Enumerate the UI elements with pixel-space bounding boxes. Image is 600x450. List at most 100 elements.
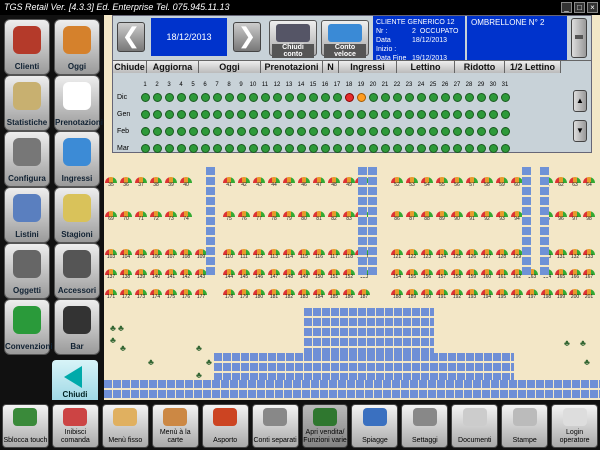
day-slot[interactable] [272,109,282,119]
day-slot[interactable] [212,126,222,136]
umbrella-spot[interactable]: 97 [568,211,582,223]
umbrella-spot[interactable]: 82 [327,211,341,223]
umbrella-spot[interactable]: 139 [134,269,148,281]
umbrella-spot[interactable]: 182 [282,289,296,301]
umbrella-spot[interactable]: 39 [164,177,178,189]
day-slot[interactable] [380,126,390,136]
sidebar-item-accessori[interactable]: Accessori [54,243,100,299]
day-slot[interactable] [500,143,510,153]
day-slot[interactable] [368,92,378,102]
next-date-button[interactable]: ❯ [233,22,261,52]
day-slot[interactable] [488,109,498,119]
tab-oggi[interactable]: Oggi [199,61,261,73]
day-slot[interactable] [452,92,462,102]
umbrella-spot[interactable]: 81 [312,211,326,223]
umbrella-spot[interactable]: 80 [297,211,311,223]
day-slot[interactable] [200,143,210,153]
day-slot[interactable] [356,92,366,102]
umbrella-spot[interactable]: 125 [450,249,464,261]
day-slot[interactable] [428,126,438,136]
umbrella-spot[interactable]: 91 [465,211,479,223]
day-slot[interactable] [440,143,450,153]
day-slot[interactable] [176,143,186,153]
umbrella-spot[interactable]: 184 [312,289,326,301]
day-slot[interactable] [212,109,222,119]
umbrella-spot[interactable]: 175 [164,289,178,301]
umbrella-spot[interactable]: 110 [222,249,236,261]
day-slot[interactable] [236,126,246,136]
umbrella-spot[interactable]: 116 [312,249,326,261]
umbrella-spot[interactable]: 191 [435,289,449,301]
umbrella-spot[interactable]: 54 [420,177,434,189]
day-slot[interactable] [260,143,270,153]
day-slot[interactable] [152,92,162,102]
day-slot[interactable] [272,143,282,153]
day-slot[interactable] [416,92,426,102]
umbrella-spot[interactable]: 148 [282,269,296,281]
day-slot[interactable] [416,109,426,119]
day-slot[interactable] [428,109,438,119]
day-slot[interactable] [284,126,294,136]
day-slot[interactable] [140,92,150,102]
day-slot[interactable] [260,92,270,102]
umbrella-spot[interactable]: 78 [267,211,281,223]
day-slot[interactable] [236,92,246,102]
sidebar-item-statistiche[interactable]: Statistiche [4,75,50,131]
umbrella-spot[interactable]: 138 [119,269,133,281]
umbrella-spot[interactable]: 124 [435,249,449,261]
tab-chiude[interactable]: Chiude [113,61,147,73]
day-slot[interactable] [344,143,354,153]
sidebar-item-convenzioni[interactable]: Convenzioni [4,299,53,355]
day-slot[interactable] [284,143,294,153]
day-slot[interactable] [392,143,402,153]
umbrella-spot[interactable]: 37 [134,177,148,189]
umbrella-spot[interactable]: 59 [495,177,509,189]
umbrella-spot[interactable]: 121 [390,249,404,261]
umbrella-spot[interactable]: 180 [252,289,266,301]
umbrella-spot[interactable]: 44 [267,177,281,189]
day-slot[interactable] [452,143,462,153]
close-account-button[interactable]: Chiudi conto [269,20,317,58]
tab-1-2-lettino[interactable]: 1/2 Lettino [505,61,561,73]
quick-account-button[interactable]: Conto veloce [321,20,369,58]
umbrella-spot[interactable]: 88 [420,211,434,223]
umbrella-spot[interactable]: 160 [480,269,494,281]
umbrella-spot[interactable]: 36 [119,177,133,189]
umbrella-spot[interactable]: 181 [267,289,281,301]
day-slot[interactable] [332,143,342,153]
umbrella-spot[interactable]: 189 [405,289,419,301]
day-slot[interactable] [188,109,198,119]
day-slot[interactable] [176,109,186,119]
chef-button[interactable]: Menù fisso [101,404,149,448]
umbrella-spot[interactable]: 158 [450,269,464,281]
day-slot[interactable] [380,109,390,119]
umbrella-spot[interactable]: 57 [465,177,479,189]
day-slot[interactable] [356,143,366,153]
umbrella-spot[interactable]: 55 [435,177,449,189]
delivery-button[interactable]: Asporto [201,404,249,448]
sidebar-item-bar[interactable]: Bar [54,299,100,355]
umbrella-spot[interactable]: 115 [297,249,311,261]
calendar-scroll-up[interactable]: ▲ [573,90,587,112]
day-slot[interactable] [500,126,510,136]
umbrella-spot[interactable]: 200 [568,289,582,301]
day-slot[interactable] [344,126,354,136]
day-slot[interactable] [188,126,198,136]
beach-button[interactable]: Spiagge [351,404,399,448]
umbrella-spot[interactable]: 113 [267,249,281,261]
umbrella-spot[interactable]: 179 [237,289,251,301]
day-slot[interactable] [344,92,354,102]
umbrella-spot[interactable]: 35 [104,177,118,189]
umbrella-spot[interactable]: 87 [405,211,419,223]
day-slot[interactable] [392,126,402,136]
umbrella-spot[interactable]: 165 [554,269,568,281]
day-slot[interactable] [404,109,414,119]
day-slot[interactable] [296,126,306,136]
calendar-scroll-down[interactable]: ▼ [573,120,587,142]
umbrella-spot[interactable]: 112 [252,249,266,261]
day-slot[interactable] [464,143,474,153]
umbrella-spot[interactable]: 178 [222,289,236,301]
settings-button[interactable]: Settaggi [401,404,449,448]
menu-button[interactable]: Menù à la carte [151,404,199,448]
umbrella-spot[interactable]: 48 [327,177,341,189]
